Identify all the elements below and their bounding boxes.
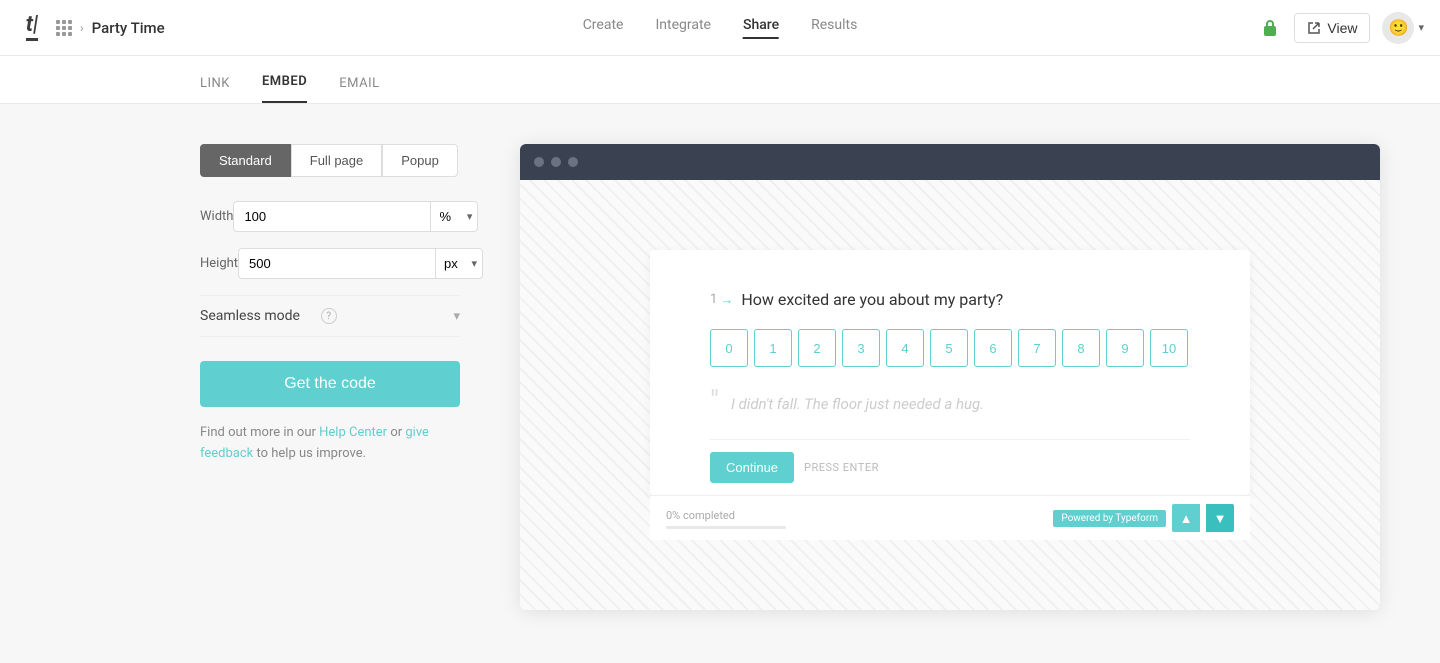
main-nav: Create Integrate Share Results [583,17,858,39]
scale-button-3[interactable]: 3 [842,329,880,367]
nav-left: t| › Party Time [16,12,165,44]
nav-share[interactable]: Share [743,17,779,39]
form-nav-up-button[interactable]: ▲ [1172,504,1200,532]
height-label: Height [200,256,238,271]
tab-link[interactable]: Link [200,76,230,103]
height-unit-select[interactable]: px % [435,248,483,279]
progress-track [666,526,786,529]
view-button[interactable]: View [1294,13,1370,43]
scale-button-6[interactable]: 6 [974,329,1012,367]
scale-button-8[interactable]: 8 [1062,329,1100,367]
width-unit-select[interactable]: % px [430,201,478,232]
width-input[interactable] [233,201,430,232]
embed-fullpage-button[interactable]: Full page [291,144,382,177]
seamless-help-icon[interactable]: ? [321,308,337,324]
progress-text: 0% completed [666,509,735,522]
avatar[interactable]: 🙂 [1382,12,1414,44]
scale-row: 012345678910 [710,329,1190,367]
width-input-group: % px [233,201,478,232]
nav-integrate[interactable]: Integrate [655,17,711,39]
height-field-row: Height px % [200,248,460,279]
scale-button-5[interactable]: 5 [930,329,968,367]
logo-icon: t| [26,14,39,41]
scale-button-7[interactable]: 7 [1018,329,1056,367]
quote-area: " I didn't fall. The floor just needed a… [710,391,1190,415]
seamless-row[interactable]: Seamless mode ? ▾ [200,295,460,337]
form-title: Party Time [92,19,165,37]
height-unit-wrapper: px % [435,248,483,279]
form-card: 1 → How excited are you about my party? … [650,250,1250,495]
apps-grid-icon[interactable] [56,20,72,36]
breadcrumb-chevron: › [80,21,84,35]
scale-button-1[interactable]: 1 [754,329,792,367]
scale-button-9[interactable]: 9 [1106,329,1144,367]
titlebar-dot-3 [568,157,578,167]
question-text: How excited are you about my party? [741,290,1003,309]
sub-nav: Link Embed Email [0,56,1440,104]
help-center-link[interactable]: Help Center [319,425,387,440]
scale-button-10[interactable]: 10 [1150,329,1188,367]
powered-area: Powered by Typeform ▲ ▼ [1053,504,1234,532]
logo[interactable]: t| [16,12,48,44]
width-field-row: Width % px [200,201,460,232]
get-code-button[interactable]: Get the code [200,361,460,407]
lock-icon [1258,16,1282,40]
answer-placeholder: I didn't fall. The floor just needed a h… [731,391,984,413]
form-nav-down-button[interactable]: ▼ [1206,504,1234,532]
titlebar-dot-1 [534,157,544,167]
external-link-icon [1307,21,1321,35]
progress-bar-area: 0% completed Powered by Typeform ▲ ▼ [650,495,1250,540]
nav-right: View 🙂 ▾ [1258,12,1424,44]
help-text: Find out more in our Help Center or give… [200,423,460,465]
tab-email[interactable]: Email [339,76,379,103]
scale-button-4[interactable]: 4 [886,329,924,367]
tab-embed[interactable]: Embed [262,74,307,103]
continue-button[interactable]: Continue [710,452,794,483]
width-label: Width [200,209,233,224]
enter-hint: press ENTER [804,461,879,474]
left-panel: Standard Full page Popup Width % px Heig… [200,144,460,623]
right-panel: 1 → How excited are you about my party? … [520,144,1380,623]
avatar-chevron[interactable]: ▾ [1418,21,1424,34]
preview-window: 1 → How excited are you about my party? … [520,144,1380,610]
nav-results[interactable]: Results [811,17,857,39]
form-footer: Continue press ENTER [710,439,1190,495]
progress-left: 0% completed [666,507,786,529]
seamless-label: Seamless mode [200,308,317,324]
preview-titlebar [520,144,1380,180]
embed-popup-button[interactable]: Popup [382,144,458,177]
nav-create[interactable]: Create [583,17,624,39]
width-unit-wrapper: % px [430,201,478,232]
scale-button-2[interactable]: 2 [798,329,836,367]
main-content: Standard Full page Popup Width % px Heig… [0,104,1440,663]
seamless-chevron-icon: ▾ [453,309,460,324]
titlebar-dot-2 [551,157,561,167]
powered-by-badge: Powered by Typeform [1053,510,1166,527]
scale-button-0[interactable]: 0 [710,329,748,367]
question-number: 1 → [710,292,733,308]
height-input-group: px % [238,248,483,279]
embed-standard-button[interactable]: Standard [200,144,291,177]
height-input[interactable] [238,248,435,279]
preview-body: 1 → How excited are you about my party? … [520,180,1380,610]
question-label: 1 → How excited are you about my party? [710,290,1190,309]
top-nav: t| › Party Time Create Integrate Share R… [0,0,1440,56]
quote-mark-icon: " [710,387,719,415]
embed-type-buttons: Standard Full page Popup [200,144,460,177]
